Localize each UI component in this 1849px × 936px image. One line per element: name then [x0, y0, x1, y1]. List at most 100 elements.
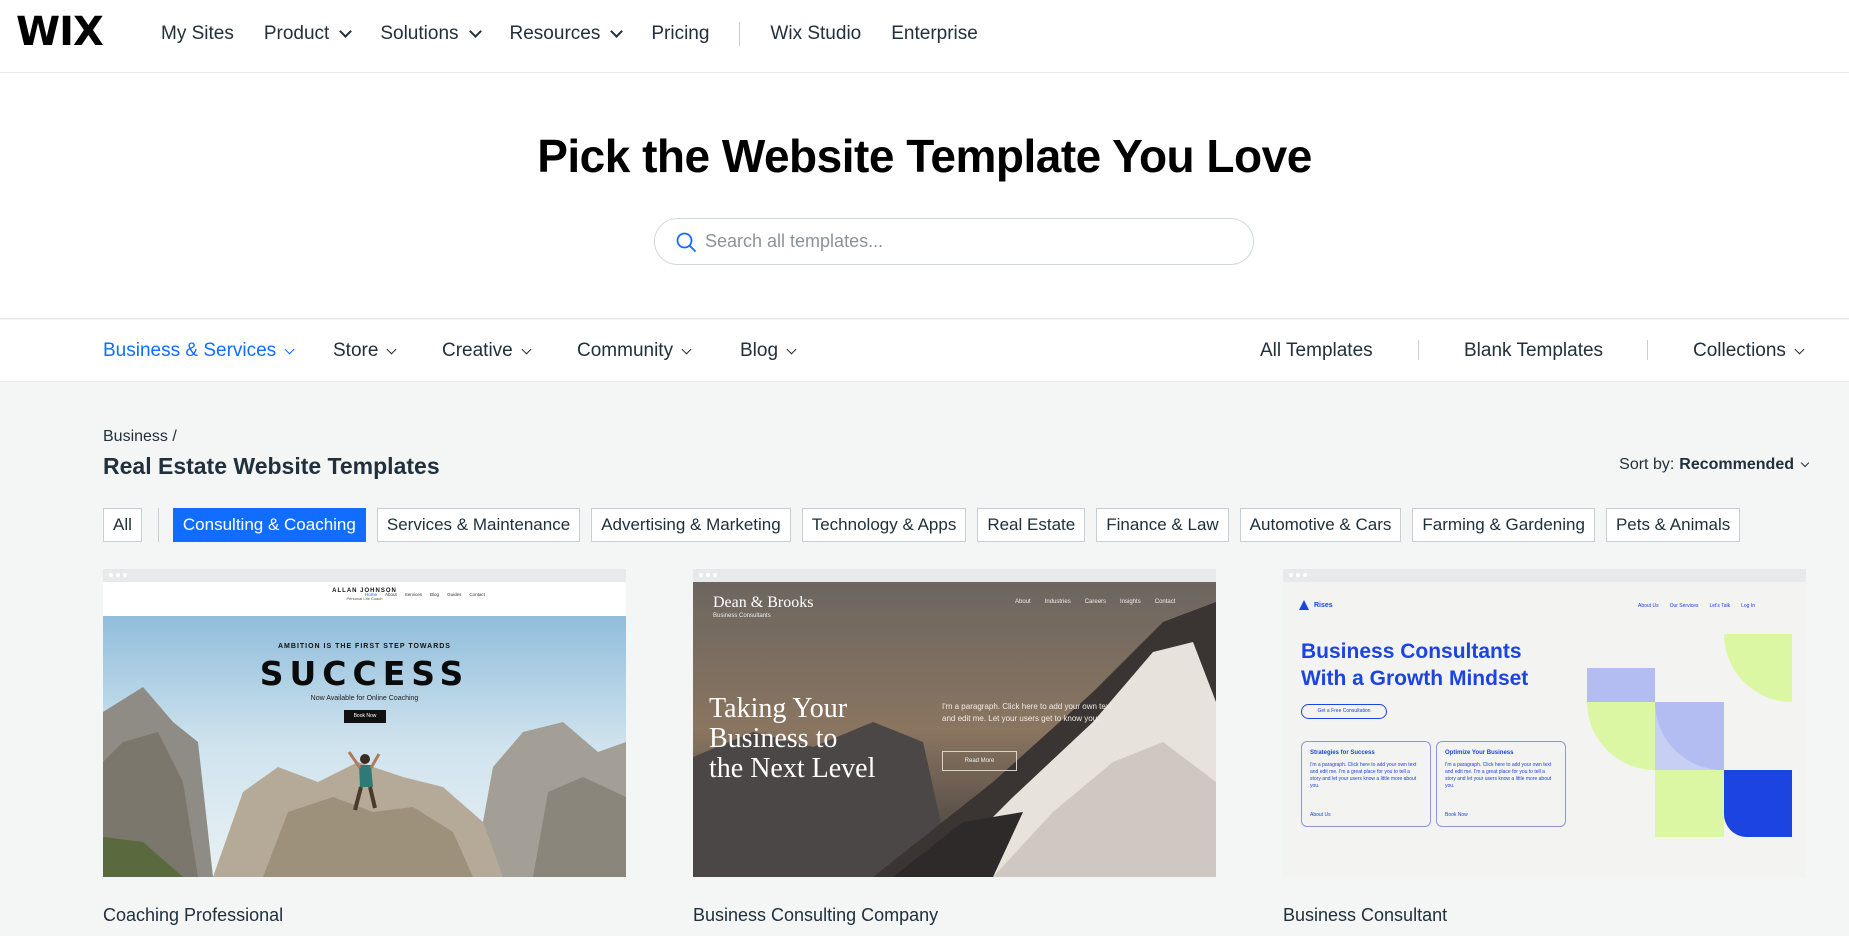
category-business-services[interactable]: Business & Services	[103, 340, 295, 362]
nav-wix-studio[interactable]: Wix Studio	[770, 23, 861, 45]
search-icon	[676, 232, 696, 252]
chip-divider	[157, 508, 159, 542]
breadcrumb[interactable]: Business /	[103, 428, 177, 446]
preview-brand: Rises	[1299, 600, 1333, 610]
category-blog[interactable]: Blog	[740, 340, 797, 362]
category-label: Business & Services	[103, 340, 277, 361]
nav-divider	[739, 22, 741, 46]
browser-bar	[1283, 569, 1806, 582]
blank-templates-link[interactable]: Blank Templates	[1464, 340, 1603, 362]
category-label: Creative	[442, 340, 513, 361]
nav-label: Pricing	[651, 23, 710, 44]
chip-services-maintenance[interactable]: Services & Maintenance	[376, 508, 581, 542]
chevron-down-icon	[681, 344, 692, 354]
geometric-shapes-graphic	[1587, 634, 1792, 837]
preview-cta: Book Now	[344, 710, 386, 723]
top-nav: WIX My Sites Product Solutions Resources…	[0, 0, 1849, 73]
preview-headline: SUCCESS	[259, 654, 470, 693]
preview-headline: Business Consultants With a Growth Minds…	[1301, 640, 1529, 690]
wix-logo[interactable]: WIX	[16, 12, 104, 52]
category-bar: Business & Services Store Creative Commu…	[0, 320, 1849, 382]
search-box[interactable]	[654, 218, 1254, 265]
category-label: Store	[333, 340, 379, 361]
preview-sub: Now Available for Online Coaching	[310, 695, 419, 702]
chip-advertising-marketing[interactable]: Advertising & Marketing	[591, 508, 791, 542]
template-preview: Rises About Us Our Services Let's Talk Log …	[1283, 582, 1806, 877]
preview-cta: Get a Free Consultation	[1301, 704, 1387, 719]
search-input[interactable]	[705, 219, 1225, 264]
chevron-down-icon	[339, 25, 353, 38]
category-divider	[1418, 340, 1419, 360]
chip-real-estate[interactable]: Real Estate	[977, 508, 1086, 542]
subcategory-chips: All Consulting & Coaching Services & Mai…	[103, 508, 1751, 542]
preview-paragraph: I'm a paragraph. Click here to add your …	[942, 702, 1113, 723]
browser-bar	[693, 569, 1216, 582]
template-card[interactable]: ALLAN JOHNSON Personal Life Coach Home Ab…	[103, 569, 626, 926]
category-label: Collections	[1693, 340, 1786, 361]
preview-menu: About Industries Careers Insights Contact	[1015, 599, 1176, 605]
chip-pets-animals[interactable]: Pets & Animals	[1605, 508, 1741, 542]
nav-pricing[interactable]: Pricing	[651, 23, 709, 45]
category-label: Blog	[740, 340, 779, 361]
nav-solutions[interactable]: Solutions	[380, 23, 482, 45]
chevron-down-icon	[468, 25, 482, 38]
nav-label: My Sites	[161, 23, 234, 44]
template-name[interactable]: Business Consultant	[1283, 905, 1806, 926]
nav-label: Enterprise	[891, 23, 978, 44]
all-templates-link[interactable]: All Templates	[1260, 340, 1373, 362]
nav-my-sites[interactable]: My Sites	[161, 23, 234, 45]
mountain-climber-image	[103, 582, 626, 877]
sort-value: Recommended	[1679, 456, 1794, 473]
preview-box: Optimize Your Business I'm a paragraph. …	[1436, 741, 1566, 827]
category-community[interactable]: Community	[577, 340, 692, 362]
sort-dropdown[interactable]: Sort by: Recommended	[1619, 456, 1810, 474]
template-thumbnail[interactable]: ALLAN JOHNSON Personal Life Coach Home Ab…	[103, 569, 626, 877]
category-creative[interactable]: Creative	[442, 340, 532, 362]
rises-logo-icon	[1299, 600, 1309, 610]
collections-menu[interactable]: Collections	[1693, 340, 1805, 362]
chevron-down-icon	[1794, 344, 1805, 354]
main-menu: My Sites Product Solutions Resources Pri…	[161, 0, 1008, 68]
category-label: Blank Templates	[1464, 340, 1604, 361]
nav-label: Resources	[509, 23, 601, 44]
template-preview: Dean & Brooks Business Consultants About…	[693, 582, 1216, 877]
chevron-down-icon	[1800, 458, 1810, 468]
category-label: All Templates	[1260, 340, 1373, 361]
nav-product[interactable]: Product	[263, 23, 353, 45]
nav-label: Product	[263, 23, 330, 44]
template-card[interactable]: Rises About Us Our Services Let's Talk Log …	[1283, 569, 1806, 926]
page-title: Real Estate Website Templates	[103, 453, 440, 479]
chevron-down-icon	[610, 25, 624, 38]
template-thumbnail[interactable]: Dean & Brooks Business Consultants About…	[693, 569, 1216, 877]
nav-enterprise[interactable]: Enterprise	[891, 23, 978, 45]
preview-headline: Taking Your Business to the Next Level	[709, 693, 876, 784]
sort-label: Sort by:	[1619, 456, 1675, 473]
nav-resources[interactable]: Resources	[509, 23, 624, 45]
category-label: Community	[577, 340, 674, 361]
chip-automotive-cars[interactable]: Automotive & Cars	[1239, 508, 1402, 542]
chip-farming-gardening[interactable]: Farming & Gardening	[1412, 508, 1595, 542]
nav-label: Solutions	[380, 23, 459, 44]
preview-brand-sub: Business Consultants	[713, 613, 771, 619]
category-store[interactable]: Store	[333, 340, 397, 362]
preview-kicker: AMBITION IS THE FIRST STEP TOWARDS	[278, 643, 451, 650]
preview-cta: Read More	[942, 751, 1017, 771]
chip-finance-law[interactable]: Finance & Law	[1096, 508, 1229, 542]
chip-consulting-coaching[interactable]: Consulting & Coaching	[172, 508, 366, 542]
chevron-down-icon	[521, 344, 532, 354]
page-heading: Pick the Website Template You Love	[537, 130, 1312, 182]
template-preview: ALLAN JOHNSON Personal Life Coach Home Ab…	[103, 582, 626, 877]
chevron-down-icon	[786, 344, 797, 354]
nav-label: Wix Studio	[770, 23, 862, 44]
hero-section: Pick the Website Template You Love	[0, 73, 1849, 319]
preview-box: Strategies for Success I'm a paragraph. …	[1301, 741, 1431, 827]
chip-technology-apps[interactable]: Technology & Apps	[801, 508, 967, 542]
chip-all[interactable]: All	[103, 508, 142, 542]
preview-menu: About Us Our Services Let's Talk Log In	[1638, 603, 1755, 609]
template-name[interactable]: Business Consulting Company	[693, 905, 1216, 926]
preview-brand: Dean & Brooks	[713, 594, 814, 611]
template-card[interactable]: Dean & Brooks Business Consultants About…	[693, 569, 1216, 926]
category-divider	[1647, 340, 1648, 360]
template-thumbnail[interactable]: Rises About Us Our Services Let's Talk Log …	[1283, 569, 1806, 877]
template-name[interactable]: Coaching Professional	[103, 905, 626, 926]
